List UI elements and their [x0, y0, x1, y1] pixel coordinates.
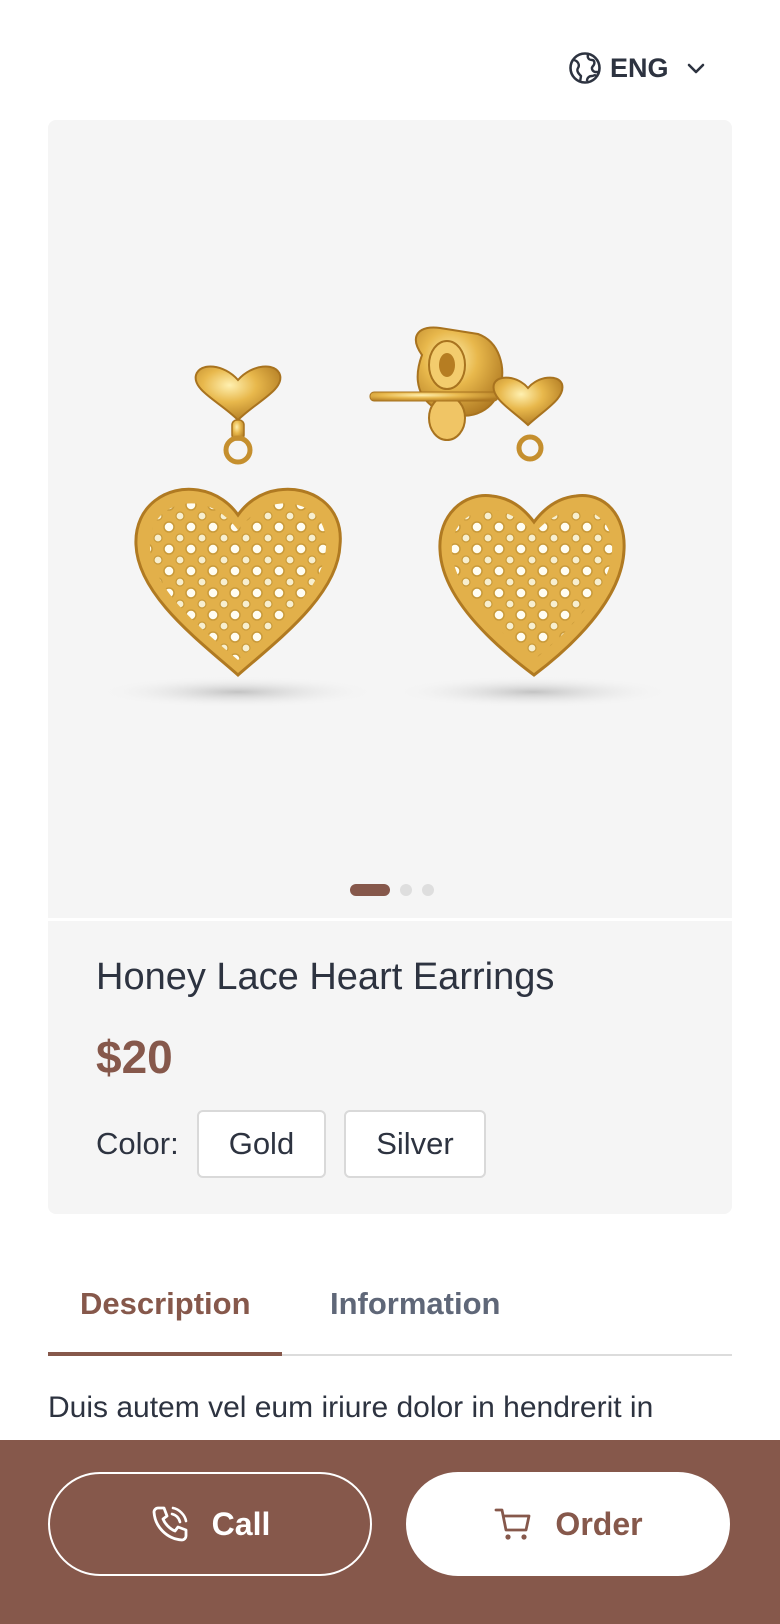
product-image[interactable]	[48, 120, 732, 920]
call-button-label: Call	[211, 1505, 271, 1542]
color-option-silver[interactable]: Silver	[344, 1110, 486, 1178]
carousel-dot[interactable]	[400, 884, 412, 896]
product-card: Honey Lace Heart Earrings $20 Color: Gol…	[48, 120, 732, 1214]
action-bar: Call Order	[0, 1440, 780, 1624]
card-divider	[48, 918, 732, 921]
right-earring	[369, 326, 626, 677]
left-earring	[134, 365, 342, 677]
carousel-dot-active[interactable]	[350, 884, 390, 896]
product-tabs: Description Information	[48, 1272, 732, 1356]
phone-icon	[152, 1506, 188, 1542]
order-button-label: Order	[555, 1505, 643, 1542]
product-title: Honey Lace Heart Earrings	[96, 956, 555, 998]
language-selector[interactable]: ENG	[568, 48, 709, 88]
color-option-gold[interactable]: Gold	[196, 1110, 327, 1178]
chevron-down-icon	[687, 63, 704, 74]
tab-information[interactable]: Information	[330, 1286, 501, 1322]
language-label: ENG	[610, 52, 669, 83]
color-label: Color:	[96, 1126, 179, 1161]
carousel-dot[interactable]	[422, 884, 434, 896]
globe-icon	[569, 52, 601, 84]
tab-description[interactable]: Description	[80, 1286, 251, 1322]
call-button[interactable]: Call	[48, 1472, 372, 1576]
active-tab-indicator	[48, 1352, 282, 1356]
color-selector: Color: Gold Silver	[96, 1110, 486, 1178]
order-button[interactable]: Order	[406, 1472, 730, 1576]
carousel-indicators[interactable]	[48, 884, 732, 896]
cart-icon	[495, 1508, 531, 1540]
product-price: $20	[96, 1031, 173, 1083]
